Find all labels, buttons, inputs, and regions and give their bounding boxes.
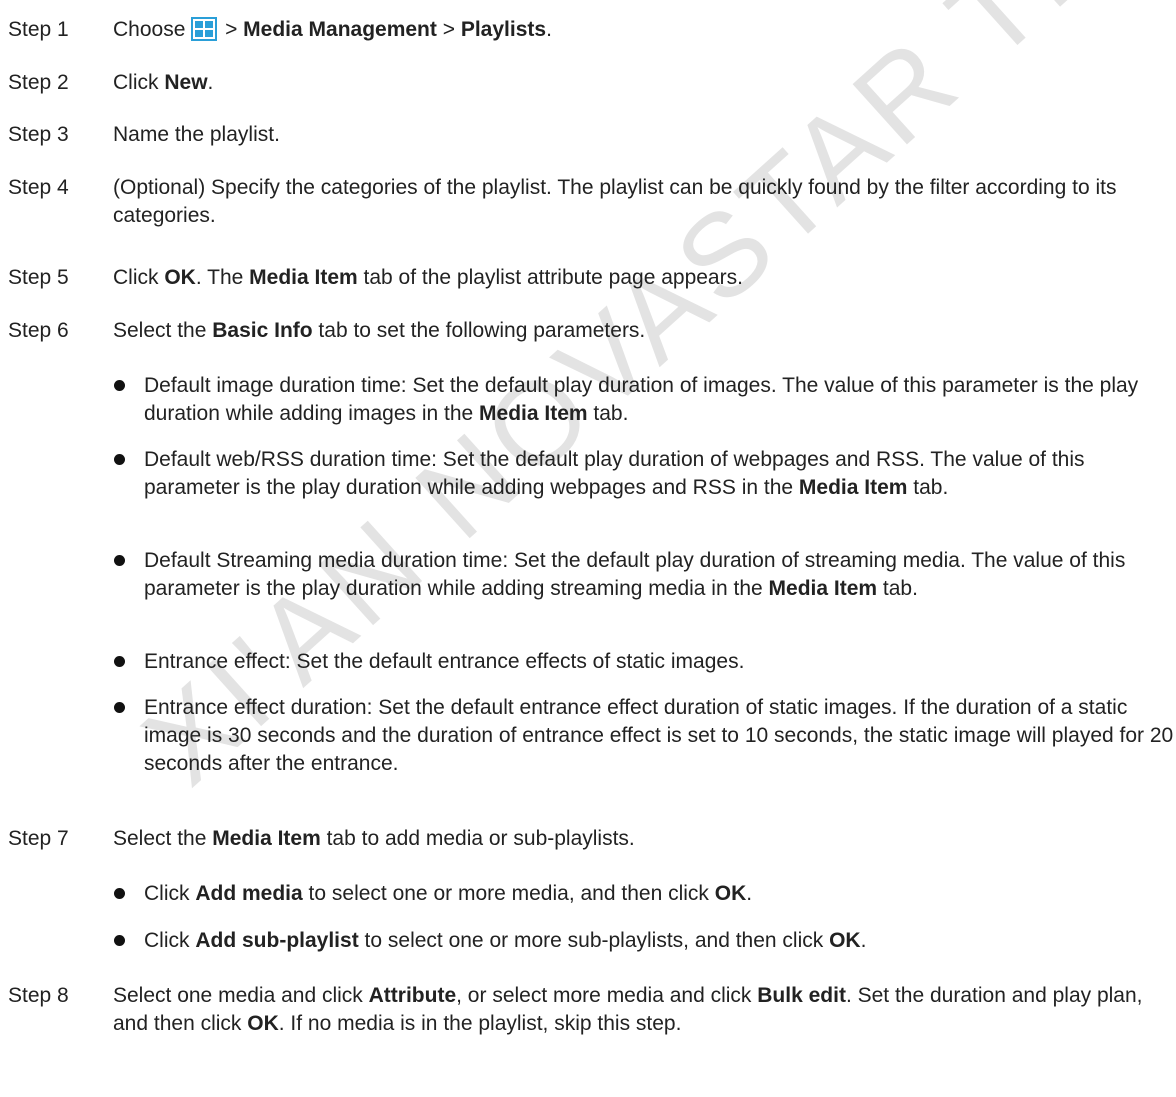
- bullet-text: Default image duration time: Set the def…: [144, 372, 1174, 428]
- step-text-part: >: [436, 18, 461, 41]
- ui-term-ok: OK: [247, 1012, 279, 1035]
- bullet-item: Entrance effect duration: Set the defaul…: [0, 694, 1176, 778]
- bullet-icon: [114, 555, 125, 566]
- bullet-text: Click Add media to select one or more me…: [144, 880, 1174, 908]
- bullet-text: Default Streaming media duration time: S…: [144, 547, 1174, 603]
- step-text: Choose > Media Management > Playlists.: [113, 16, 1168, 49]
- step-text-part: >: [219, 18, 244, 41]
- bullet-text-part: Default image duration time: Set the def…: [144, 374, 1139, 425]
- bullet-text-part: tab.: [907, 476, 949, 499]
- ui-term-ok: OK: [164, 266, 196, 289]
- bullet-icon: [114, 888, 125, 899]
- bullet-text-part: tab.: [587, 402, 629, 425]
- ui-term-media-item: Media Item: [798, 476, 908, 499]
- bullet-text-part: .: [860, 929, 867, 952]
- bullet-item: Entrance effect: Set the default entranc…: [0, 648, 1176, 676]
- ui-term-media-item: Media Item: [212, 827, 321, 850]
- bullet-icon: [114, 935, 125, 946]
- ui-term-media-item: Media Item: [479, 402, 588, 425]
- step-5: Step 5 Click OK. The Media Item tab of t…: [0, 264, 1176, 292]
- bullet-item: Click Add media to select one or more me…: [0, 880, 1176, 908]
- step-text: Name the playlist.: [113, 123, 280, 146]
- ui-term-new: New: [164, 71, 208, 94]
- bullet-icon: [114, 702, 125, 713]
- step-text-part: Choose: [113, 18, 186, 41]
- step-text-part: tab to set the following parameters.: [312, 319, 646, 342]
- step-label: Step 3: [8, 123, 69, 146]
- step-text-part: tab to add media or sub-playlists.: [320, 827, 635, 850]
- ui-term-attribute: Attribute: [368, 984, 457, 1007]
- bullet-icon: [114, 656, 125, 667]
- step-1: Step 1 Choose > Media Management > Playl…: [0, 16, 1176, 49]
- bullet-text: Entrance effect duration: Set the defaul…: [144, 696, 1174, 775]
- bullet-item: Default image duration time: Set the def…: [0, 372, 1176, 428]
- bullet-text: Click Add sub-playlist to select one or …: [144, 927, 1174, 955]
- step-text-part: Select the: [113, 827, 213, 850]
- bullet-item: Click Add sub-playlist to select one or …: [0, 927, 1176, 955]
- ui-term-basic-info: Basic Info: [212, 319, 313, 342]
- bullet-icon: [114, 454, 125, 465]
- step-text: Select the Media Item tab to add media o…: [113, 825, 1168, 853]
- step-4: Step 4 (Optional) Specify the categories…: [0, 174, 1176, 230]
- step-text: Click New.: [113, 69, 1168, 97]
- bullet-item: Default web/RSS duration time: Set the d…: [0, 446, 1176, 502]
- bullet-icon: [114, 380, 125, 391]
- ui-term-media-item: Media Item: [768, 577, 878, 600]
- step-text: Select the Basic Info tab to set the fol…: [113, 317, 1168, 345]
- step-text-part: .: [207, 71, 214, 94]
- step-text-part: .: [546, 18, 552, 41]
- step-label: Step 4: [8, 176, 69, 199]
- ui-term-add-media: Add media: [195, 882, 303, 905]
- bullet-item: Default Streaming media duration time: S…: [0, 547, 1176, 603]
- bullet-text-part: to select one or more sub-playlists, and…: [358, 929, 830, 952]
- step-label: Step 2: [8, 71, 69, 94]
- bullet-text-part: .: [746, 882, 753, 905]
- step-text: Select one media and click Attribute, or…: [113, 982, 1168, 1038]
- step-text: (Optional) Specify the categories of the…: [113, 176, 1117, 227]
- step-text-part: . If no media is in the playlist, skip t…: [278, 1012, 682, 1035]
- bullet-text: Default web/RSS duration time: Set the d…: [144, 446, 1174, 502]
- step-label: Step 6: [8, 319, 69, 342]
- step-text-part: . The: [195, 266, 250, 289]
- step-label: Step 5: [8, 266, 69, 289]
- ui-term-add-sub-playlist: Add sub-playlist: [195, 929, 359, 952]
- step-7: Step 7 Select the Media Item tab to add …: [0, 825, 1176, 853]
- step-text-part: Select one media and click: [113, 984, 369, 1007]
- step-label: Step 7: [8, 827, 69, 850]
- bullet-text-part: Click: [144, 882, 196, 905]
- bullet-text-part: Default Streaming media duration time: S…: [144, 549, 1126, 600]
- ui-term-media-item: Media Item: [249, 266, 358, 289]
- ui-term-ok: OK: [714, 882, 747, 905]
- step-text-part: Select the: [113, 319, 213, 342]
- ui-term-ok: OK: [829, 929, 861, 952]
- ui-term-bulk-edit: Bulk edit: [757, 984, 846, 1007]
- step-2: Step 2 Click New.: [0, 69, 1176, 97]
- step-text-part: Click: [113, 71, 165, 94]
- step-8: Step 8 Select one media and click Attrib…: [0, 982, 1176, 1038]
- bullet-text-part: Click: [144, 929, 196, 952]
- step-text-part: , or select more media and click: [456, 984, 758, 1007]
- step-text: Click OK. The Media Item tab of the play…: [113, 264, 1168, 292]
- menu-path-playlists: Playlists: [460, 18, 547, 41]
- grid-menu-icon: [191, 17, 218, 49]
- bullet-text: Entrance effect: Set the default entranc…: [144, 650, 745, 673]
- bullet-text-part: to select one or more media, and then cl…: [302, 882, 715, 905]
- step-3: Step 3 Name the playlist.: [0, 121, 1176, 149]
- menu-path-media-management: Media Management: [243, 18, 437, 41]
- step-label: Step 8: [8, 984, 69, 1007]
- step-6: Step 6 Select the Basic Info tab to set …: [0, 317, 1176, 345]
- step-text-part: Click: [113, 266, 165, 289]
- step-label: Step 1: [8, 18, 69, 41]
- bullet-text-part: tab.: [877, 577, 918, 600]
- step-text-part: tab of the playlist attribute page appea…: [357, 266, 743, 289]
